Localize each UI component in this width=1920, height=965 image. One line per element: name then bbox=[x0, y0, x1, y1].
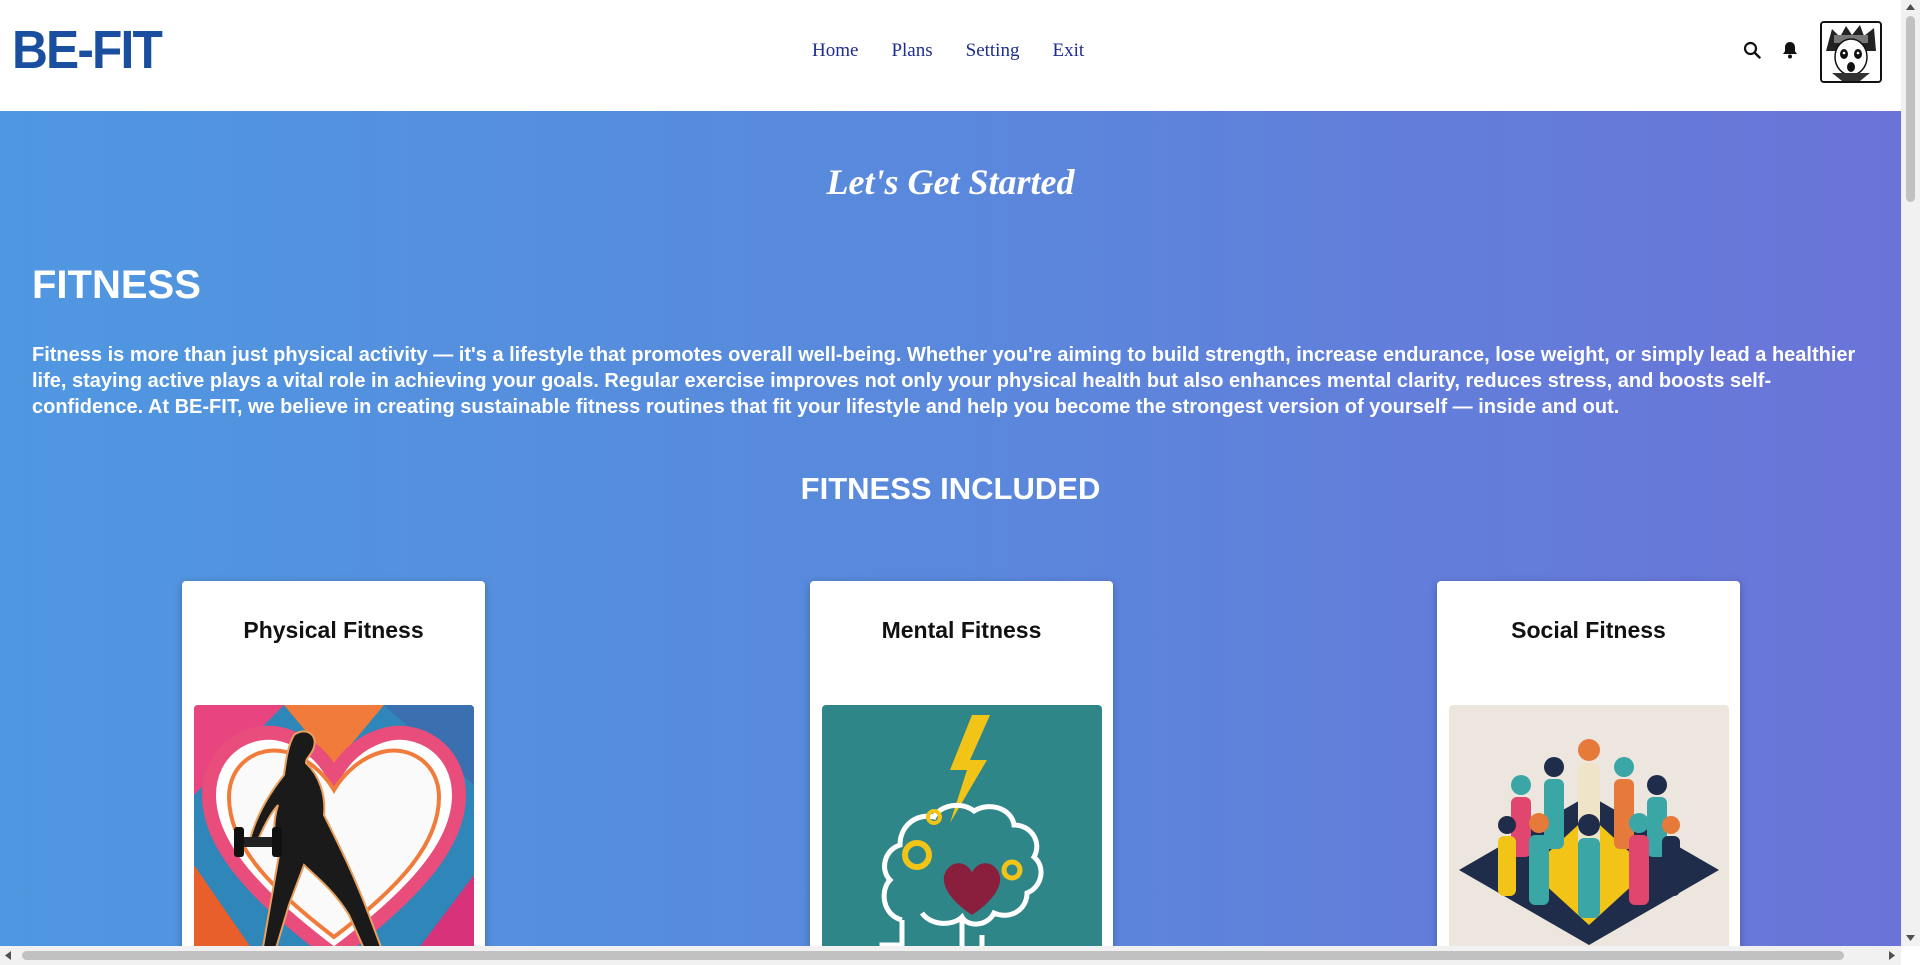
user-avatar[interactable] bbox=[1820, 21, 1882, 83]
nav-setting[interactable]: Setting bbox=[966, 40, 1020, 62]
card-title: Physical Fitness bbox=[243, 617, 424, 643]
nav-home[interactable]: Home bbox=[812, 40, 858, 62]
horizontal-scroll-thumb[interactable] bbox=[22, 951, 1844, 960]
horizontal-scrollbar[interactable] bbox=[0, 946, 1901, 965]
tagline: Let's Get Started bbox=[826, 162, 1075, 202]
header: BE-FIT Home Plans Setting Exit bbox=[0, 0, 1901, 111]
mental-fitness-image bbox=[822, 705, 1102, 946]
scroll-up-icon[interactable] bbox=[1906, 4, 1915, 10]
card-mental-fitness[interactable]: Mental Fitness bbox=[810, 581, 1113, 946]
intro-paragraph: Fitness is more than just physical activ… bbox=[32, 344, 1856, 418]
physical-fitness-image bbox=[194, 705, 474, 946]
social-fitness-image bbox=[1449, 705, 1729, 946]
header-icons bbox=[1740, 38, 1816, 62]
section-title: FITNESS bbox=[32, 263, 201, 307]
card-physical-fitness[interactable]: Physical Fitness bbox=[182, 581, 485, 946]
included-title: FITNESS INCLUDED bbox=[800, 471, 1101, 506]
scroll-down-icon[interactable] bbox=[1906, 935, 1915, 941]
nav-plans[interactable]: Plans bbox=[891, 40, 932, 62]
main-nav: Home Plans Setting Exit bbox=[812, 40, 1117, 62]
bell-icon[interactable] bbox=[1778, 38, 1802, 62]
scroll-right-icon[interactable] bbox=[1889, 951, 1895, 960]
vertical-scrollbar[interactable] bbox=[1901, 0, 1920, 946]
search-icon[interactable] bbox=[1740, 38, 1764, 62]
nav-exit[interactable]: Exit bbox=[1052, 40, 1084, 62]
vertical-scroll-thumb[interactable] bbox=[1906, 16, 1915, 202]
logo[interactable]: BE-FIT bbox=[12, 18, 163, 82]
card-title: Social Fitness bbox=[1511, 617, 1666, 643]
card-title: Mental Fitness bbox=[881, 617, 1042, 643]
hero-section: Let's Get Started FITNESS Fitness is mor… bbox=[0, 111, 1901, 946]
page: BE-FIT Home Plans Setting Exit Let's Get… bbox=[0, 0, 1901, 946]
card-social-fitness[interactable]: Social Fitness bbox=[1437, 581, 1740, 946]
scroll-left-icon[interactable] bbox=[5, 951, 11, 960]
